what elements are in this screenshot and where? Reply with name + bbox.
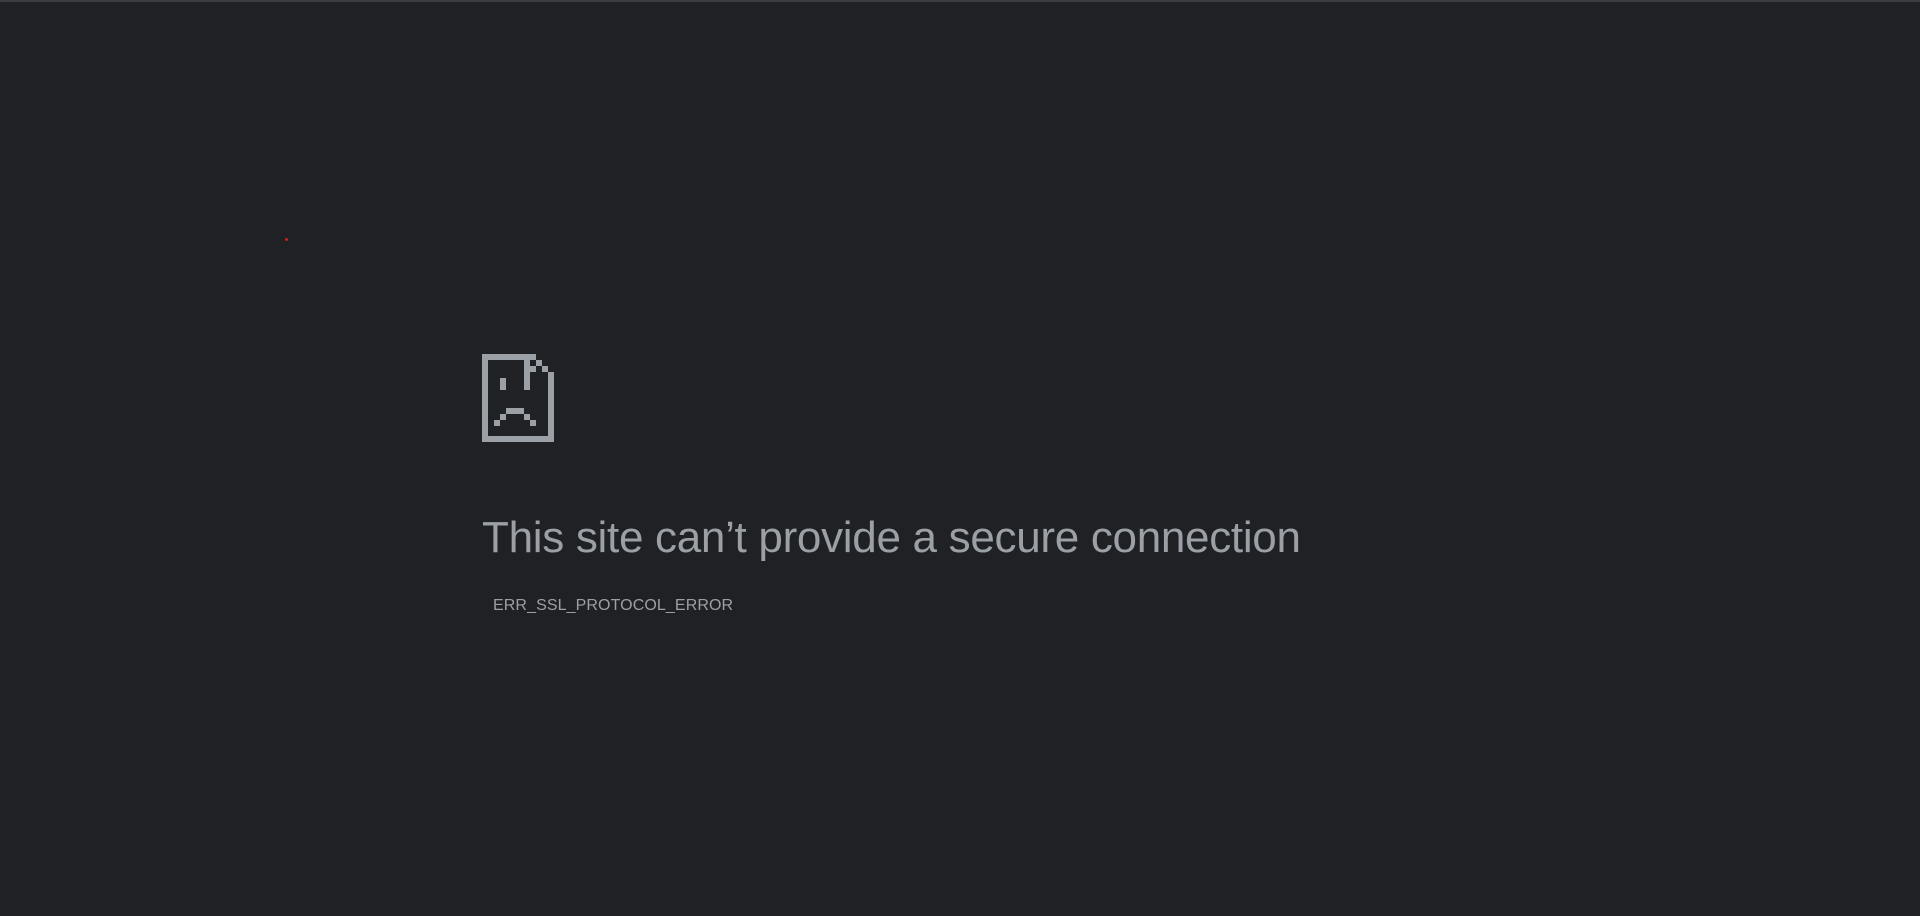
red-marker-dot — [285, 238, 288, 241]
window-top-border — [0, 0, 1920, 2]
error-code: ERR_SSL_PROTOCOL_ERROR — [493, 597, 734, 614]
error-title: This site can’t provide a secure connect… — [482, 513, 1301, 562]
sad-page-icon — [482, 354, 554, 442]
